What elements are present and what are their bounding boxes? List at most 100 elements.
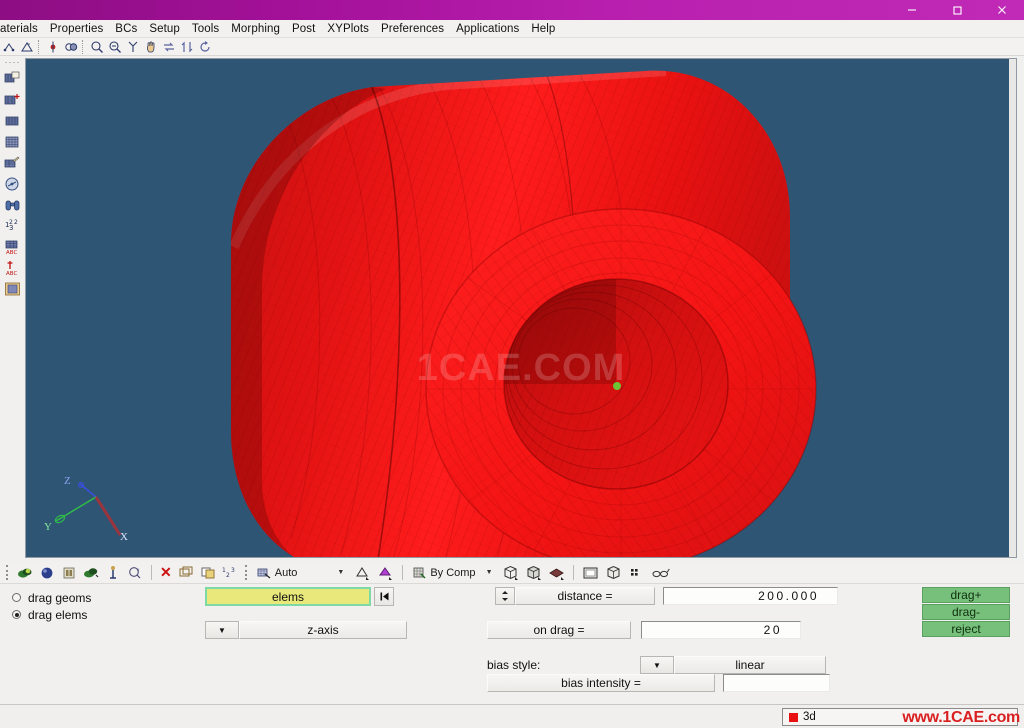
image-capture-icon[interactable] bbox=[2, 279, 23, 298]
radio-icon-drag-geoms[interactable] bbox=[12, 593, 21, 602]
mesh-copy-icon[interactable] bbox=[2, 69, 23, 88]
number-order-icon[interactable]: 1322 bbox=[2, 216, 23, 235]
ondrag-label-button[interactable]: on drag = bbox=[487, 621, 631, 639]
maximize-button[interactable] bbox=[934, 0, 979, 20]
glasses-view-icon[interactable] bbox=[649, 563, 672, 582]
bias-intensity-input[interactable] bbox=[723, 674, 830, 692]
coordinate-xyz-icon[interactable]: x bbox=[18, 38, 35, 55]
menu-item-xyplots[interactable]: XYPlots bbox=[321, 20, 375, 38]
flip-icon[interactable] bbox=[178, 38, 195, 55]
node-entity-icon[interactable] bbox=[103, 563, 123, 582]
distance-row: distance = 200.000 bbox=[495, 587, 838, 605]
elems-reset-button[interactable] bbox=[374, 587, 394, 606]
axis-dropdown-button[interactable]: ▼ bbox=[205, 621, 239, 639]
elems-selector-label: elems bbox=[271, 589, 304, 604]
distance-label: distance = bbox=[557, 589, 613, 603]
menu-item-tools[interactable]: Tools bbox=[186, 20, 225, 38]
left-toolbar: ···· 1322 ABC ABC bbox=[0, 56, 25, 560]
color-mode-caret-icon[interactable]: ▼ bbox=[486, 569, 493, 576]
bias-style-value-button[interactable]: linear bbox=[674, 656, 826, 674]
solid-shade-icon[interactable] bbox=[546, 563, 567, 582]
color-mode-button[interactable]: By Comp bbox=[409, 563, 477, 582]
menu-item-applications[interactable]: Applications bbox=[450, 20, 525, 38]
mesh-display-icon[interactable] bbox=[2, 111, 23, 130]
organize-icon[interactable] bbox=[81, 563, 101, 582]
shaded-cube-icon[interactable] bbox=[523, 563, 544, 582]
renumber-icon[interactable]: 123 bbox=[220, 563, 240, 582]
mesh-edit-icon[interactable] bbox=[2, 153, 23, 172]
mesh-add-icon[interactable] bbox=[2, 90, 23, 109]
status-mode-label: 3d bbox=[803, 711, 816, 723]
panel-toolbar-grip-2[interactable] bbox=[244, 565, 249, 580]
menu-item-morphing[interactable]: Morphing bbox=[225, 20, 286, 38]
distance-input[interactable]: 200.000 bbox=[663, 587, 838, 605]
menu-item-bcs[interactable]: BCs bbox=[109, 20, 143, 38]
color-fill-icon[interactable] bbox=[375, 563, 396, 582]
component-color-icon[interactable] bbox=[15, 563, 35, 582]
delete-icon[interactable]: ✕ bbox=[158, 563, 174, 582]
rotate-icon[interactable] bbox=[160, 38, 177, 55]
menu-item-preferences[interactable]: Preferences bbox=[375, 20, 450, 38]
radio-label-drag-elems: drag elems bbox=[28, 607, 88, 622]
close-button[interactable] bbox=[979, 0, 1024, 20]
mesh-grid-icon[interactable] bbox=[2, 132, 23, 151]
menu-item-setup[interactable]: Setup bbox=[143, 20, 186, 38]
visualization-mode-caret-icon[interactable]: ▼ bbox=[337, 569, 344, 576]
mask-icon[interactable] bbox=[62, 38, 79, 55]
watermark-site-url: www.1CAE.com bbox=[902, 709, 1020, 726]
drag-minus-label: drag- bbox=[951, 605, 980, 619]
radio-drag-geoms[interactable]: drag geoms bbox=[12, 589, 91, 606]
graphics-viewport[interactable]: 1CAE.COM Z Y X bbox=[25, 58, 1017, 558]
pan-hand-icon[interactable] bbox=[142, 38, 159, 55]
single-window-icon[interactable] bbox=[580, 563, 601, 582]
axis-label-z: Z bbox=[64, 475, 71, 487]
elems-selector-button[interactable]: elems bbox=[205, 587, 371, 606]
sphere-shade-icon[interactable] bbox=[37, 563, 57, 582]
spin-icon[interactable] bbox=[196, 38, 213, 55]
drag-plus-button[interactable]: drag+ bbox=[922, 587, 1010, 603]
bias-style-label: bias style: bbox=[487, 658, 541, 672]
card-edit-icon[interactable] bbox=[176, 563, 196, 582]
panel-toolbar-separator bbox=[151, 565, 152, 580]
radio-icon-drag-elems[interactable] bbox=[12, 610, 21, 619]
distance-label-button[interactable]: distance = bbox=[515, 587, 655, 605]
axis-value-button[interactable]: z-axis bbox=[239, 621, 407, 639]
node-edit-icon[interactable] bbox=[0, 38, 17, 55]
viewport-scrollbar[interactable] bbox=[1009, 59, 1016, 557]
iso-view-icon[interactable] bbox=[603, 563, 624, 582]
bias-style-row: bias style: ▼ linear bbox=[487, 656, 826, 674]
mask-entity-icon[interactable] bbox=[198, 563, 218, 582]
menu-item-post[interactable]: Post bbox=[286, 20, 321, 38]
assembly-icon[interactable] bbox=[59, 563, 79, 582]
bias-style-dropdown-button[interactable]: ▼ bbox=[640, 656, 674, 674]
zoom-out-icon[interactable] bbox=[106, 38, 123, 55]
fit-view-icon[interactable] bbox=[124, 38, 141, 55]
annotate-abc-icon[interactable]: ABC bbox=[2, 258, 23, 277]
drag-minus-button[interactable]: drag- bbox=[922, 604, 1010, 620]
menu-item-help[interactable]: Help bbox=[525, 20, 561, 38]
menu-item-properties[interactable]: Properties bbox=[44, 20, 109, 38]
distance-spinner-button[interactable] bbox=[495, 587, 515, 605]
panel-toolbar-grip[interactable] bbox=[6, 565, 10, 580]
svg-text:x: x bbox=[28, 41, 30, 46]
toolbar-separator bbox=[82, 39, 85, 54]
temp-node-icon[interactable] bbox=[44, 38, 61, 55]
ondrag-value: 20 bbox=[763, 623, 782, 637]
wireframe-cube-icon[interactable] bbox=[500, 563, 521, 582]
measure-icon[interactable] bbox=[2, 174, 23, 193]
menu-item-materials[interactable]: aterials bbox=[0, 20, 44, 38]
toolbar-grip[interactable]: ···· bbox=[5, 58, 21, 67]
binoculars-find-icon[interactable] bbox=[2, 195, 23, 214]
visualization-mode-button[interactable]: Auto bbox=[254, 563, 300, 582]
reject-button[interactable]: reject bbox=[922, 621, 1010, 637]
bias-intensity-label-button[interactable]: bias intensity = bbox=[487, 674, 715, 692]
mesh-lines-icon[interactable] bbox=[626, 563, 647, 582]
text-abc-icon[interactable]: ABC bbox=[2, 237, 23, 256]
radio-drag-elems[interactable]: drag elems bbox=[12, 606, 91, 623]
shrink-elements-icon[interactable] bbox=[352, 563, 373, 582]
coord-system-icon[interactable]: x bbox=[125, 563, 145, 582]
toolbar-separator bbox=[38, 39, 41, 54]
minimize-button[interactable] bbox=[889, 0, 934, 20]
ondrag-input[interactable]: 20 bbox=[641, 621, 801, 639]
zoom-in-icon[interactable] bbox=[88, 38, 105, 55]
